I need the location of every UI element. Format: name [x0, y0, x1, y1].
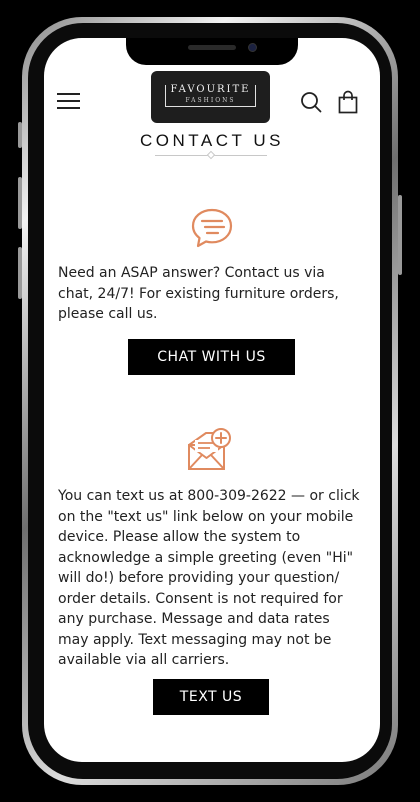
phone-screen: FAVOURITE FASHIONS CONTACT US Need an AS… — [44, 38, 380, 762]
speaker-grille — [188, 45, 236, 50]
phone-notch — [126, 38, 298, 65]
menu-icon[interactable] — [57, 93, 81, 111]
chat-description: Need an ASAP answer? Contact us via chat… — [58, 265, 339, 322]
front-camera — [248, 43, 257, 52]
title-divider-ornament — [206, 150, 216, 160]
logo-subtitle: FASHIONS — [185, 97, 236, 104]
shopping-bag-icon[interactable] — [338, 90, 358, 114]
text-us-button[interactable]: TEXT US — [153, 679, 269, 715]
page-title: CONTACT US — [140, 131, 284, 150]
phone-volume-down — [18, 247, 22, 299]
text-us-description: You can text us at 800-309-2622 — or cli… — [58, 488, 360, 668]
chat-with-us-button[interactable]: CHAT WITH US — [128, 339, 295, 375]
phone-power-button — [398, 195, 402, 275]
envelope-plus-icon — [186, 427, 234, 471]
search-icon[interactable] — [300, 91, 322, 113]
brand-logo[interactable]: FAVOURITE FASHIONS — [151, 71, 270, 123]
phone-volume-up — [18, 177, 22, 229]
chat-bubble-icon — [190, 207, 234, 249]
phone-silent-switch — [18, 122, 22, 148]
logo-wordmark: FAVOURITE — [167, 84, 254, 95]
